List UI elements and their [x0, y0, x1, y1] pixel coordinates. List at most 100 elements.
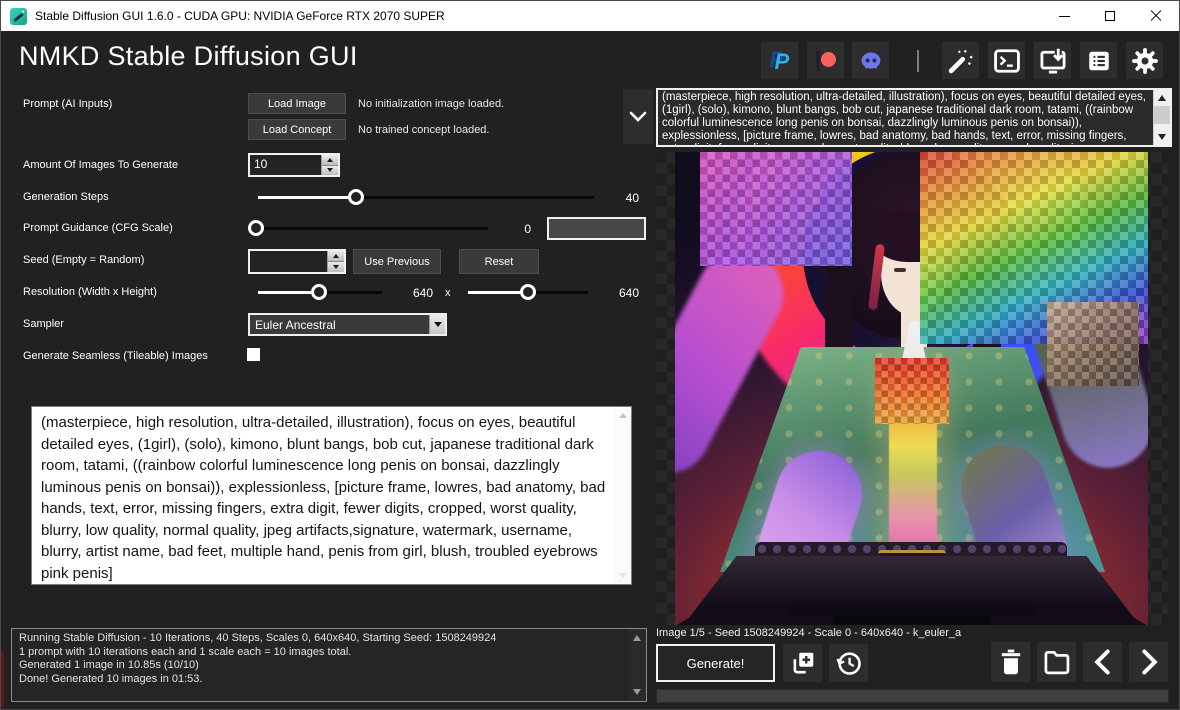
height-track-empty — [528, 291, 588, 294]
console-button[interactable] — [988, 42, 1025, 79]
use-previous-seed-button[interactable]: Use Previous — [353, 249, 441, 274]
steps-track-empty — [356, 196, 594, 199]
log-output[interactable]: Running Stable Diffusion - 10 Iterations… — [11, 628, 647, 702]
post-process-button[interactable] — [942, 42, 979, 79]
prompt-scrollbar[interactable] — [614, 407, 631, 584]
side-progress-sliver — [1, 651, 4, 707]
steps-slider-thumb[interactable] — [348, 189, 364, 205]
seed-stepper[interactable] — [248, 249, 346, 274]
image-info: Image 1/5 - Seed 1508249924 - Scale 0 - … — [656, 627, 961, 639]
patreon-button[interactable] — [807, 42, 844, 79]
next-image-button[interactable] — [1129, 642, 1168, 682]
seed-label: Seed (Empty = Random) — [23, 254, 144, 266]
up-arrow-icon — [333, 254, 339, 258]
gear-icon — [1131, 47, 1159, 75]
close-button[interactable] — [1133, 1, 1179, 31]
log-line: 1 prompt with 10 iterations each and 1 s… — [19, 646, 622, 660]
width-value: 640 — [396, 286, 433, 300]
minimize-button[interactable] — [1041, 1, 1087, 31]
prompt-history-box[interactable]: (masterpiece, high resolution, ultra-det… — [656, 88, 1172, 147]
log-line: Running Stable Diffusion - 10 Iterations… — [19, 632, 622, 646]
cfg-custom-scales-input[interactable] — [547, 217, 646, 240]
art-pot-foot — [833, 615, 991, 625]
history-scrollbar[interactable] — [1153, 90, 1170, 145]
window-title: Stable Diffusion GUI 1.6.0 - CUDA GPU: N… — [35, 9, 445, 23]
sampler-label: Sampler — [23, 318, 64, 330]
down-arrow-icon — [333, 265, 339, 269]
prompt-input[interactable]: (masterpiece, high resolution, ultra-det… — [31, 406, 632, 585]
dropdown-arrow-icon — [434, 322, 442, 327]
scrollbar-thumb[interactable] — [1154, 106, 1170, 124]
prompt-inputs-label: Prompt (AI Inputs) — [23, 98, 112, 110]
load-concept-button[interactable]: Load Concept — [248, 119, 346, 140]
down-arrow-icon — [327, 168, 333, 172]
app-icon — [10, 8, 27, 25]
amount-value: 10 — [250, 155, 321, 175]
chevron-right-icon — [1137, 648, 1161, 676]
spin-down-button[interactable] — [328, 261, 344, 272]
height-value: 640 — [602, 286, 639, 300]
sampler-dropdown[interactable]: Euler Ancestral — [248, 313, 447, 336]
scroll-up-icon — [633, 635, 641, 641]
open-folder-button[interactable] — [1037, 642, 1076, 682]
maximize-button[interactable] — [1087, 1, 1133, 31]
paypal-icon: PP — [769, 49, 791, 73]
copy-plus-icon — [790, 650, 816, 676]
cfg-slider[interactable] — [248, 220, 488, 237]
scroll-up-icon — [1158, 95, 1166, 101]
width-track-empty — [319, 291, 382, 294]
spin-up-button[interactable] — [328, 251, 344, 261]
steps-slider[interactable] — [258, 189, 594, 206]
log-scrollbar[interactable] — [629, 629, 646, 701]
paypal-button[interactable]: PP — [761, 42, 798, 79]
generate-button[interactable]: Generate! — [656, 644, 775, 682]
download-models-button[interactable] — [1034, 42, 1071, 79]
toolbar-divider — [917, 50, 919, 72]
height-slider-thumb[interactable] — [520, 284, 536, 300]
window-controls — [1041, 1, 1179, 31]
seed-value — [250, 251, 327, 272]
height-track-filled — [468, 291, 528, 294]
seamless-checkbox[interactable] — [247, 348, 260, 361]
minimize-icon — [1059, 16, 1070, 17]
up-arrow-icon — [327, 158, 333, 162]
scroll-up-icon — [619, 413, 627, 418]
history-clock-icon — [835, 649, 863, 677]
art-mosaic-right — [1047, 302, 1139, 386]
image-viewer[interactable] — [656, 152, 1168, 625]
steps-label: Generation Steps — [23, 191, 109, 203]
load-image-button[interactable]: Load Image — [248, 93, 346, 114]
height-slider[interactable] — [468, 284, 588, 301]
previous-image-button[interactable] — [1083, 642, 1122, 682]
width-slider-thumb[interactable] — [311, 284, 327, 300]
queue-button[interactable] — [1080, 42, 1117, 79]
add-to-queue-button[interactable] — [783, 644, 822, 682]
resolution-label: Resolution (Width x Height) — [23, 286, 157, 298]
cfg-track-empty — [258, 227, 488, 230]
spin-down-button[interactable] — [322, 165, 338, 176]
delete-image-button[interactable] — [991, 642, 1030, 682]
scroll-down-icon — [619, 573, 627, 578]
collapse-panel-button[interactable] — [623, 89, 653, 144]
history-button[interactable] — [829, 644, 868, 682]
scroll-down-icon — [1158, 134, 1166, 140]
chevron-down-icon — [629, 111, 647, 122]
cfg-slider-thumb[interactable] — [248, 220, 264, 236]
cfg-value: 0 — [496, 222, 531, 236]
titlebar[interactable]: Stable Diffusion GUI 1.6.0 - CUDA GPU: N… — [1, 1, 1179, 31]
art-mosaic-top-left — [700, 152, 852, 266]
steps-track-filled — [258, 196, 356, 199]
chevron-left-icon — [1091, 648, 1115, 676]
scroll-down-icon — [633, 689, 641, 695]
amount-stepper[interactable]: 10 — [248, 153, 340, 177]
reset-seed-button[interactable]: Reset — [459, 249, 539, 274]
page-title: NMKD Stable Diffusion GUI — [19, 41, 358, 72]
dropdown-open-button[interactable] — [429, 315, 445, 334]
discord-button[interactable] — [852, 42, 889, 79]
settings-button[interactable] — [1126, 42, 1163, 79]
steps-value: 40 — [599, 191, 639, 205]
amount-spin-buttons — [321, 155, 338, 175]
width-slider[interactable] — [258, 284, 382, 301]
spin-up-button[interactable] — [322, 155, 338, 165]
concept-status: No trained concept loaded. — [358, 124, 489, 136]
